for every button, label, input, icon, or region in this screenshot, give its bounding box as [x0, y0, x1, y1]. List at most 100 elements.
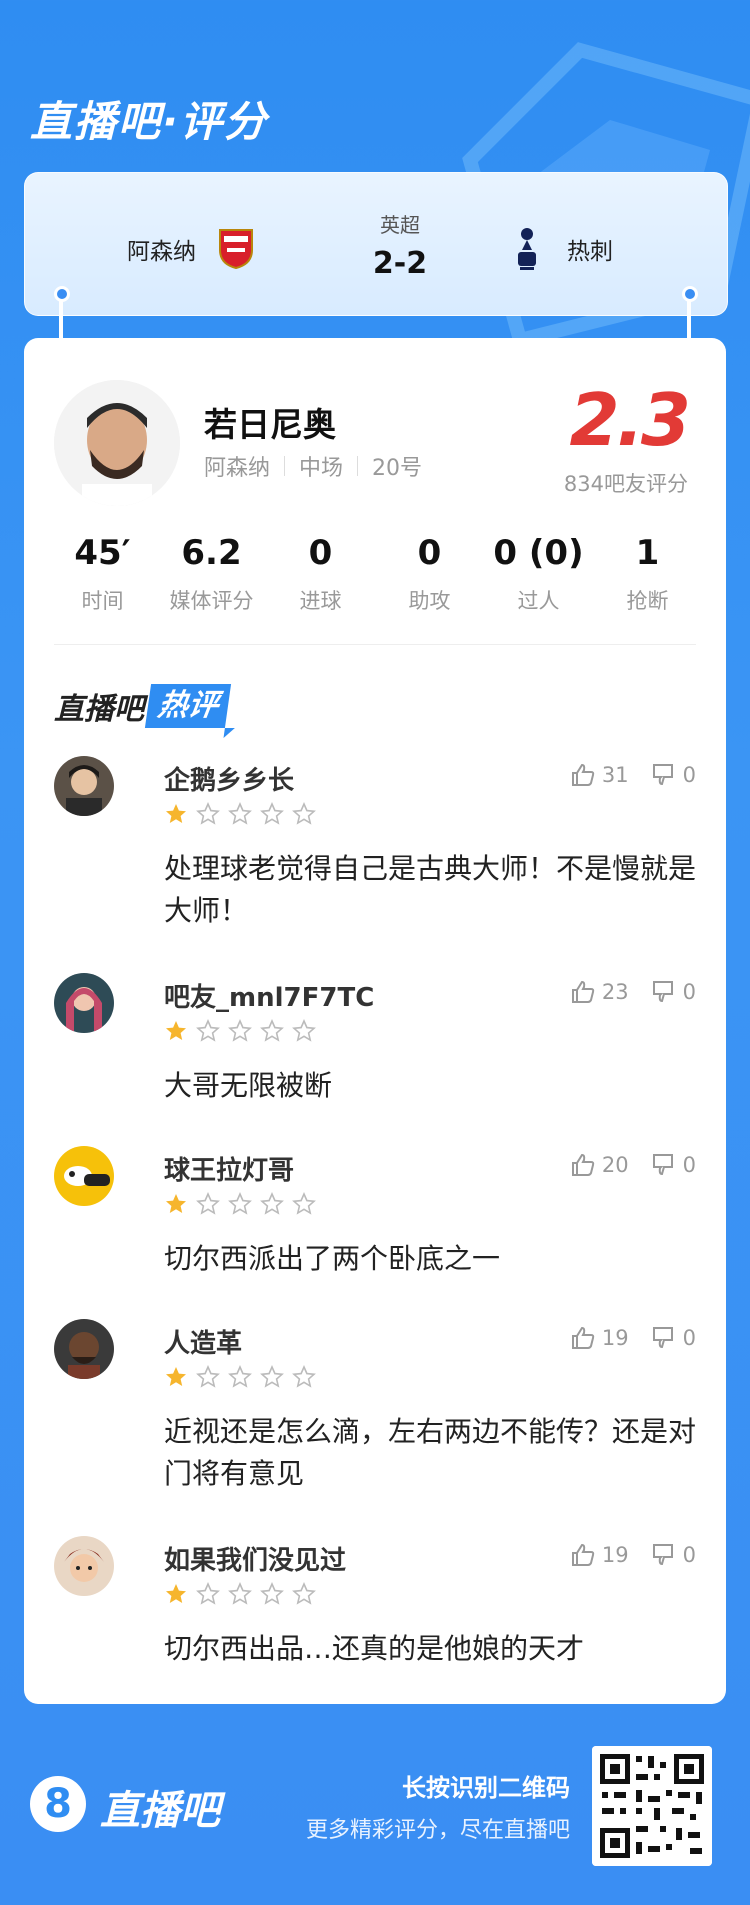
scan-qr-title: 长按识别二维码	[402, 1774, 570, 1802]
thumbs-up-icon	[571, 1153, 595, 1176]
stat-value: 45′	[74, 533, 131, 573]
stat-assists: 0 助攻	[375, 533, 484, 615]
user-avatar[interactable]	[54, 1536, 114, 1596]
user-avatar[interactable]	[54, 1146, 114, 1206]
star-filled-icon	[166, 1367, 186, 1386]
home-team: 阿森纳	[127, 227, 258, 271]
fan-rating-score: 2.3	[569, 378, 691, 462]
zhibo8-logo-icon: 8	[30, 1776, 86, 1832]
meta-divider	[284, 456, 286, 476]
comment-username[interactable]: 如果我们没见过	[164, 1540, 346, 1577]
comment-item: 球王拉灯哥 20 0 切尔西派出了两个卧底之一	[54, 1146, 696, 1276]
player-rating-card: 若日尼奥 阿森纳 中场 20号 2.3 834吧友评分 45′ 时间 6.2 媒…	[24, 338, 726, 1704]
star-empty-icon	[292, 1019, 316, 1042]
arsenal-crest-icon	[214, 227, 258, 271]
thumbs-up-icon	[571, 1326, 595, 1349]
user-avatar[interactable]	[54, 756, 114, 816]
stat-label: 进球	[299, 589, 342, 613]
comment-text: 切尔西出品…还真的是他娘的天才	[164, 1632, 585, 1665]
comment-username[interactable]: 人造革	[164, 1323, 242, 1360]
star-empty-icon	[196, 802, 220, 825]
player-number: 20号	[372, 456, 423, 481]
match-score: 2-2	[372, 246, 428, 281]
comment-actions: 19 0	[570, 1542, 696, 1568]
star-empty-icon	[228, 1019, 252, 1042]
comment-text: 大哥无限被断	[164, 1069, 333, 1102]
match-center: 英超 2-2	[325, 209, 475, 281]
stat-label: 媒体评分	[169, 589, 254, 613]
stat-tackles: 1 抢断	[593, 533, 702, 615]
dislike-button[interactable]: 0	[651, 762, 696, 788]
comment-rating-stars	[164, 1582, 316, 1606]
comment-item: 人造革 19 0 近视还是怎么滴，左右两边不能传？还是对门将有意见	[54, 1319, 696, 1499]
meta-divider	[357, 456, 359, 476]
stat-label: 过人	[517, 589, 560, 613]
thumbs-up-icon	[571, 1543, 595, 1566]
user-avatar[interactable]	[54, 1319, 114, 1379]
star-filled-icon	[166, 1194, 186, 1213]
star-empty-icon	[292, 802, 316, 825]
stat-goals: 0 进球	[266, 533, 375, 615]
comment-username[interactable]: 企鹅乡乡长	[164, 760, 294, 797]
tottenham-crest-icon	[505, 227, 549, 271]
like-button[interactable]: 20	[570, 1152, 629, 1178]
like-button[interactable]: 31	[570, 762, 629, 788]
comment-username[interactable]: 球王拉灯哥	[164, 1150, 294, 1187]
league-name: 英超	[380, 213, 420, 237]
section-divider	[54, 644, 696, 645]
dislike-count: 0	[682, 1543, 696, 1567]
star-empty-icon	[196, 1365, 220, 1388]
dislike-count: 0	[682, 980, 696, 1004]
hanger-dot	[54, 286, 70, 302]
like-button[interactable]: 19	[570, 1325, 629, 1351]
star-empty-icon	[196, 1192, 220, 1215]
stat-value: 0 (0)	[493, 533, 584, 573]
comment-item: 如果我们没见过 19 0 切尔西出品…还真的是他娘的天才	[54, 1536, 696, 1676]
stat-label: 助攻	[408, 589, 451, 613]
dislike-button[interactable]: 0	[651, 1325, 696, 1351]
hanger-dot	[682, 286, 698, 302]
stats-row: 45′ 时间 6.2 媒体评分 0 进球 0 助攻 0 (0) 过人 1 抢断	[48, 533, 702, 615]
stat-label: 时间	[81, 589, 124, 613]
star-empty-icon	[292, 1582, 316, 1605]
thumbs-down-icon	[652, 981, 673, 1003]
user-avatar[interactable]	[54, 973, 114, 1033]
player-position: 中场	[299, 456, 344, 481]
star-filled-icon	[166, 1584, 186, 1603]
dislike-button[interactable]: 0	[651, 1152, 696, 1178]
stat-value: 1	[635, 533, 660, 573]
star-empty-icon	[292, 1192, 316, 1215]
comment-item: 吧友_mnl7F7TC 23 0 大哥无限被断	[54, 973, 696, 1103]
star-empty-icon	[196, 1582, 220, 1605]
player-team: 阿森纳	[204, 456, 271, 481]
stat-media-rating: 6.2 媒体评分	[157, 533, 266, 615]
hot-comments-prefix: 直播吧	[54, 692, 144, 727]
qr-code[interactable]	[592, 1746, 712, 1866]
dislike-button[interactable]: 0	[651, 1542, 696, 1568]
comment-rating-stars	[164, 1365, 316, 1389]
thumbs-down-icon	[652, 1544, 673, 1566]
away-team: 热刺	[505, 227, 613, 271]
like-button[interactable]: 19	[570, 1542, 629, 1568]
like-button[interactable]: 23	[570, 979, 629, 1005]
star-empty-icon	[196, 1019, 220, 1042]
player-name: 若日尼奥	[204, 405, 336, 444]
dislike-count: 0	[682, 1326, 696, 1350]
stat-value: 6.2	[181, 533, 242, 573]
comment-text: 切尔西派出了两个卧底之一	[164, 1242, 501, 1275]
hot-comments-tag: 热评	[144, 684, 232, 728]
player-avatar	[54, 380, 180, 506]
footer-logo-text: 直播吧	[100, 1788, 220, 1834]
star-filled-icon	[166, 804, 186, 823]
star-empty-icon	[228, 1365, 252, 1388]
comment-text: 处理球老觉得自己是古典大师！不是慢就是大师！	[164, 852, 697, 927]
star-empty-icon	[228, 1192, 252, 1215]
comment-username[interactable]: 吧友_mnl7F7TC	[164, 977, 374, 1014]
dislike-button[interactable]: 0	[651, 979, 696, 1005]
fan-rating-count: 834吧友评分	[563, 472, 688, 496]
star-empty-icon	[260, 802, 284, 825]
thumbs-down-icon	[652, 764, 673, 786]
star-filled-icon	[166, 1021, 186, 1040]
player-meta: 阿森纳 中场 20号	[204, 450, 422, 482]
star-empty-icon	[260, 1019, 284, 1042]
